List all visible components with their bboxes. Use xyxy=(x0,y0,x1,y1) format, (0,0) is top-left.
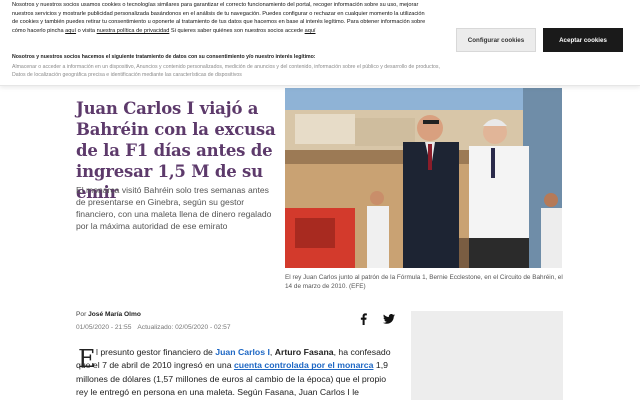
cookie-legit-list: Almacenar o acceder a información en un … xyxy=(12,64,440,78)
juan-carlos-link[interactable]: Juan Carlos I xyxy=(215,347,270,357)
twitter-icon xyxy=(383,314,395,324)
cookie-text-part-3: Si quieres saber quiénes son nuestros so… xyxy=(169,27,305,34)
author-link[interactable]: José María Olmo xyxy=(88,311,141,318)
article-photo xyxy=(285,88,562,268)
facebook-share-button[interactable] xyxy=(355,311,371,327)
ad-placeholder xyxy=(411,311,563,400)
photo-caption: El rey Juan Carlos junto al patrón de la… xyxy=(285,274,563,290)
cookie-legit-title: Nosotros y nuestros socios hacemos el si… xyxy=(12,54,316,60)
cookie-text: Nosotros y nuestros socios usamos cookie… xyxy=(12,1,432,35)
updated-date: Actualizado: 02/05/2020 - 02:57 xyxy=(137,324,231,331)
fasana-name: Arturo Fasana xyxy=(274,347,334,357)
body-text-1: l presunto gestor financiero de xyxy=(96,347,216,357)
article-dates: 01/05/2020 - 21:55 Actualizado: 02/05/202… xyxy=(76,324,231,331)
cookie-link-aqui-2[interactable]: aquí xyxy=(305,28,316,34)
twitter-share-button[interactable] xyxy=(381,311,397,327)
byline-prefix: Por xyxy=(76,311,87,318)
configure-cookies-button[interactable]: Configurar cookies xyxy=(456,28,536,52)
article-summary: El monarca visitó Bahréin solo tres sema… xyxy=(76,185,272,231)
accept-cookies-button[interactable]: Aceptar cookies xyxy=(543,28,623,52)
privacy-policy-link[interactable]: nuestra política de privacidad xyxy=(97,28,170,34)
cookie-banner: Nosotros y nuestros socios usamos cookie… xyxy=(0,0,640,86)
article-body-paragraph: l presunto gestor financiero de Juan Car… xyxy=(76,346,398,400)
photo-illustration xyxy=(285,88,562,268)
cookie-link-aqui-1[interactable]: aquí xyxy=(65,28,76,34)
byline: Por José María Olmo xyxy=(76,311,141,318)
facebook-icon xyxy=(360,313,367,325)
cookie-text-part-2: o visita xyxy=(76,27,97,34)
published-date: 01/05/2020 - 21:55 xyxy=(76,324,132,331)
account-link[interactable]: cuenta controlada por el monarca xyxy=(234,360,374,370)
